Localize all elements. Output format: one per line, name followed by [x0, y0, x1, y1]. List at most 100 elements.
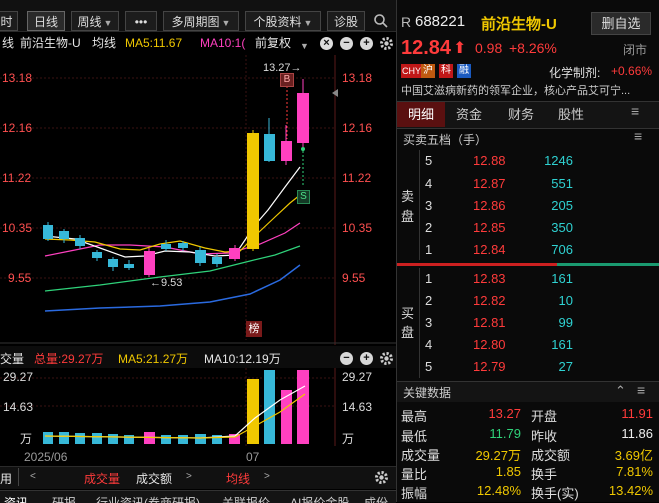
buy-row-1[interactable]: 1 12.83 161 — [397, 271, 659, 291]
volume-axis-right-label: 14.63 — [342, 400, 373, 414]
buy-pressure-bar — [397, 263, 557, 266]
level: 3 — [425, 198, 433, 213]
menu-icon[interactable]: ≡ — [634, 128, 642, 144]
sell-row-2[interactable]: 2 12.85 350 — [397, 220, 659, 240]
tab-character[interactable]: 股性 — [547, 102, 595, 127]
search-icon[interactable] — [373, 13, 389, 29]
quote-panel: R 688221 前沿生物-U 删自选 12.84 ⬆ 0.98 +8.26% … — [396, 0, 659, 502]
price: 12.83 — [473, 271, 506, 286]
chevron-right-icon[interactable]: > — [186, 471, 192, 482]
buy-row-3[interactable]: 3 12.81 99 — [397, 315, 659, 335]
key-label: 换手 — [531, 467, 558, 482]
level: 2 — [425, 293, 433, 308]
volume-chart[interactable] — [0, 368, 396, 446]
indicator-cut-label[interactable]: 用 — [0, 470, 12, 487]
price-chart[interactable] — [0, 55, 396, 345]
menu-icon[interactable]: ≡ — [631, 103, 639, 119]
more-button[interactable]: ••• — [125, 11, 157, 31]
weekly-button[interactable]: 周线 ▼ — [71, 11, 119, 31]
current-price: 12.84 — [401, 37, 452, 59]
volume: 99 — [558, 315, 573, 330]
volume: 10 — [558, 293, 573, 308]
volume-axis-right-label: 29.27 — [342, 370, 373, 384]
sell-signal-badge[interactable]: S — [297, 190, 310, 204]
buy-row-2[interactable]: 2 12.82 10 — [397, 293, 659, 313]
chevron-right-icon[interactable]: > — [264, 471, 270, 482]
low-price-label: ←9.53 — [150, 277, 183, 289]
multi-period-label: 多周期图 — [171, 15, 220, 29]
key-label: 最高 — [401, 409, 428, 424]
sell-row-5[interactable]: 5 12.88 1246 — [397, 153, 659, 173]
zoom-in-icon[interactable]: + — [360, 37, 373, 50]
stock-info-button[interactable]: 个股资料 ▼ — [245, 11, 321, 31]
sector-name[interactable]: 化学制剂: — [549, 64, 600, 81]
volume-ma10: MA10:12.19万 — [204, 352, 281, 366]
diagnose-button[interactable]: 诊股 — [327, 11, 365, 31]
chevron-left-icon[interactable]: < — [30, 471, 36, 482]
close-icon[interactable]: × — [320, 37, 333, 50]
buy-signal-badge[interactable]: B — [280, 73, 294, 87]
price-axis-left-label: 13.18 — [2, 71, 33, 85]
volume: 1246 — [544, 153, 573, 168]
zoom-in-icon[interactable]: + — [360, 352, 373, 365]
tab-capital[interactable]: 资金 — [445, 102, 493, 127]
key-label: 昨收 — [531, 429, 558, 444]
volume-legend-label: 交量 — [0, 352, 25, 366]
sell-row-1[interactable]: 1 12.84 706 — [397, 242, 659, 262]
remove-watchlist-button[interactable]: 删自选 — [591, 12, 651, 35]
volume-total: 总量:29.27万 — [34, 352, 104, 366]
sh-badge[interactable]: 沪 — [421, 64, 435, 78]
price: 12.84 — [473, 242, 506, 257]
margin-badge[interactable]: 融 — [457, 64, 471, 78]
buy-row-5[interactable]: 5 12.79 27 — [397, 359, 659, 379]
chevron-up-icon[interactable]: ⌃ — [615, 383, 626, 399]
ma-indicator-tab[interactable]: 均线 — [226, 470, 250, 487]
price-change: 0.98 — [475, 40, 503, 56]
amount-indicator-tab[interactable]: 成交额 — [136, 470, 172, 487]
menu-icon[interactable]: ≡ — [637, 382, 645, 398]
market-status: 闭市 — [623, 43, 648, 57]
level: 1 — [425, 271, 433, 286]
chevron-down-icon[interactable]: ▼ — [300, 36, 309, 56]
tab-detail[interactable]: 明细 — [397, 102, 445, 127]
chevron-down-icon: ▼ — [103, 18, 113, 28]
volume: 161 — [551, 337, 573, 352]
company-description[interactable]: 中国艾滋病新药的领军企业，核心产品艾可宁... — [401, 82, 651, 98]
sell-row-4[interactable]: 4 12.87 551 — [397, 176, 659, 196]
price-change-pct: +8.26% — [509, 40, 557, 56]
gear-icon[interactable] — [374, 470, 389, 485]
zoom-out-icon[interactable]: − — [340, 37, 353, 50]
volume-indicator-tab[interactable]: 成交量 — [84, 470, 120, 487]
legend-avg-line[interactable]: 均线 — [92, 33, 116, 53]
timeshare-label: 时 — [0, 15, 13, 29]
price: 12.81 — [473, 315, 506, 330]
date-axis-month: 07 — [246, 450, 260, 464]
price-axis-left-label: 11.22 — [2, 171, 32, 185]
legend-cut-text: 线 — [2, 36, 15, 50]
stock-info-label: 个股资料 — [253, 15, 302, 29]
key-value: 7.81% — [616, 464, 653, 479]
price: 12.88 — [473, 153, 506, 168]
price-axis-right-label: 12.16 — [342, 121, 373, 135]
star-market-badge[interactable]: 科 — [439, 64, 453, 78]
up-arrow-icon: ⬆ — [453, 40, 467, 57]
daily-button[interactable]: 日线 — [27, 11, 65, 31]
gear-icon[interactable] — [379, 36, 394, 51]
rank-badge[interactable]: 榜 — [246, 321, 262, 337]
price-axis-left-label: 12.16 — [2, 121, 33, 135]
sell-row-3[interactable]: 3 12.86 205 — [397, 198, 659, 218]
timeshare-button[interactable]: 时 — [0, 11, 18, 31]
buy-row-4[interactable]: 4 12.80 161 — [397, 337, 659, 357]
sector-change: +0.66% — [611, 64, 653, 78]
adjust-dropdown[interactable]: 前复权 — [255, 33, 291, 53]
tab-finance[interactable]: 财务 — [497, 102, 545, 127]
chevron-down-icon: ▼ — [303, 18, 313, 28]
price-axis-right-label: 11.22 — [342, 171, 372, 185]
orderbook-title: 买卖五档（手） — [403, 133, 488, 147]
chy-badge[interactable]: CHY — [401, 64, 423, 78]
volume-axis-right-label: 万 — [342, 432, 355, 446]
multi-period-button[interactable]: 多周期图 ▼ — [163, 11, 239, 31]
gear-icon[interactable] — [379, 351, 394, 366]
key-value: 11.86 — [621, 426, 653, 441]
zoom-out-icon[interactable]: − — [340, 352, 353, 365]
